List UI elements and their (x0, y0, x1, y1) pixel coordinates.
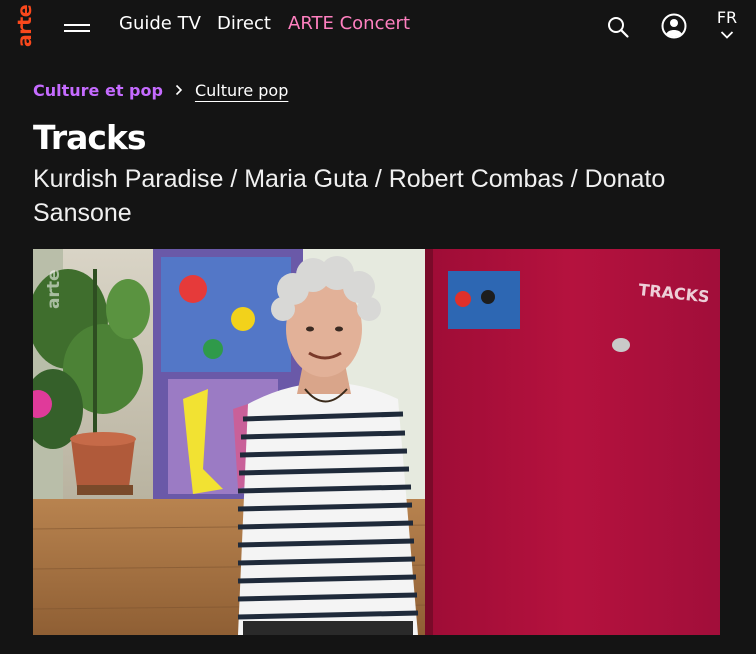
search-icon[interactable] (606, 15, 630, 39)
program-title: Tracks (33, 118, 147, 157)
hamburger-menu-icon[interactable] (64, 18, 90, 36)
arte-logo-text: arte (14, 4, 37, 48)
top-navigation-bar: arte Guide TV Direct ARTE Concert FR (0, 0, 756, 54)
breadcrumb: Culture et pop Culture pop (33, 78, 288, 102)
language-code: FR (716, 8, 738, 27)
video-watermark-arte: arte (44, 269, 64, 309)
language-selector[interactable]: FR (712, 8, 742, 46)
program-subtitle: Kurdish Paradise / Maria Guta / Robert C… (33, 165, 666, 227)
nav-arte-concert[interactable]: ARTE Concert (288, 13, 410, 34)
chevron-down-icon (720, 31, 734, 39)
breadcrumb-culture-et-pop[interactable]: Culture et pop (33, 81, 163, 100)
video-frame: arte TRACKS (33, 249, 720, 635)
nav-direct[interactable]: Direct (217, 13, 271, 34)
user-account-icon[interactable] (661, 13, 687, 39)
arte-logo[interactable]: arte (14, 2, 36, 50)
breadcrumb-culture-pop[interactable]: Culture pop (195, 81, 288, 100)
video-player[interactable]: arte TRACKS (33, 249, 720, 635)
chevron-right-icon (175, 84, 183, 96)
nav-guide-tv[interactable]: Guide TV (119, 13, 201, 34)
